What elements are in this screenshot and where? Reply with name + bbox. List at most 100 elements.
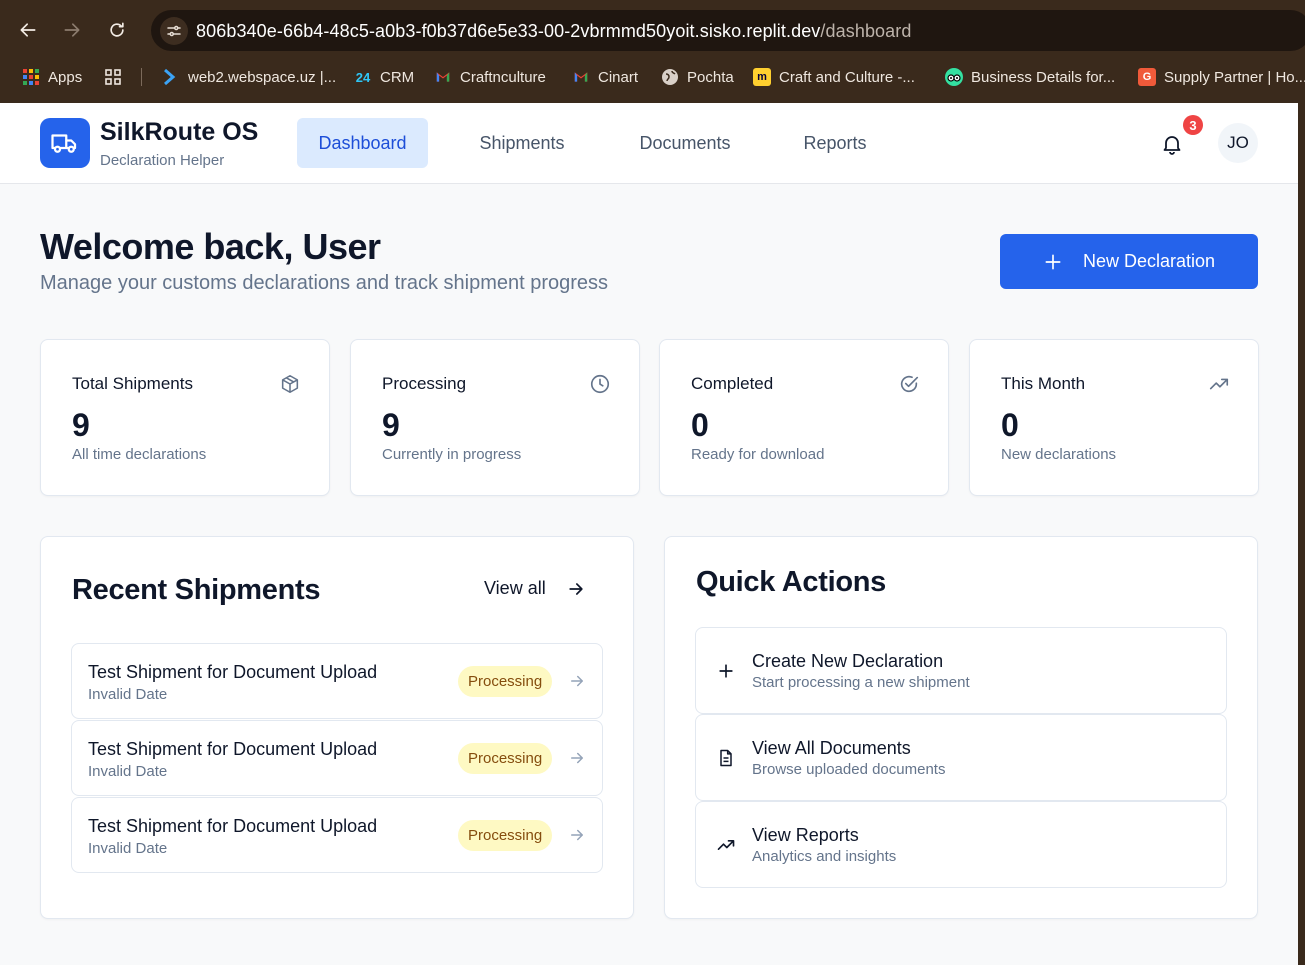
bookmarks-bar: Apps web2.webspace.uz |... 24 CRM Craftn…	[0, 62, 1305, 92]
forward-button[interactable]	[60, 18, 84, 42]
back-button[interactable]	[16, 18, 40, 42]
quick-action-view-documents[interactable]: View All Documents Browse uploaded docum…	[695, 714, 1227, 801]
package-icon	[281, 374, 299, 394]
grid-icon	[104, 68, 122, 86]
bookmark-label: Business Details for...	[971, 68, 1116, 86]
arrow-right-icon	[569, 582, 583, 595]
stat-description: New declarations	[1001, 446, 1117, 463]
gmail-icon	[572, 68, 590, 86]
new-declaration-label: New Declaration	[1082, 251, 1216, 271]
document-icon	[720, 749, 732, 767]
all-bookmarks-button[interactable]	[104, 66, 122, 88]
stat-card-processing: Processing 9 Currently in progress	[350, 339, 640, 496]
bookmark-label: Cinart	[598, 68, 639, 86]
notifications-button[interactable]	[1160, 132, 1184, 156]
stat-value: 0	[1001, 407, 1019, 443]
bookmark-apps[interactable]: Apps	[22, 66, 82, 88]
bookmark-pochta[interactable]: Pochta	[661, 66, 734, 88]
recent-shipments-panel: Recent Shipments View all Test Shipment …	[40, 536, 634, 919]
shipment-title: Test Shipment for Document Upload	[88, 816, 378, 836]
bookmark-craftnculture[interactable]: Craftnculture	[434, 66, 546, 88]
shipment-title: Test Shipment for Document Upload	[88, 662, 378, 682]
quick-action-description: Analytics and insights	[752, 848, 897, 865]
app-header: SilkRoute OS Declaration Helper Dashboar…	[0, 103, 1298, 184]
view-all-link[interactable]: View all	[484, 578, 586, 599]
quick-actions-panel: Quick Actions Create New Declaration Sta…	[664, 536, 1258, 919]
shipment-row[interactable]: Test Shipment for Document Upload Invali…	[71, 720, 603, 796]
bookmark-label: CRM	[380, 68, 415, 86]
check-circle-icon	[900, 375, 919, 393]
shipment-title: Test Shipment for Document Upload	[88, 739, 378, 759]
stat-description: Currently in progress	[382, 446, 522, 463]
stat-label: Completed	[691, 374, 774, 393]
bookmark-business-details[interactable]: Business Details for...	[945, 66, 1115, 88]
quick-action-view-reports[interactable]: View Reports Analytics and insights	[695, 801, 1227, 888]
g-icon: G	[1138, 68, 1156, 86]
bookmarks-divider	[141, 68, 142, 86]
site-settings-icon[interactable]	[160, 17, 188, 45]
nav-dashboard[interactable]: Dashboard	[297, 118, 428, 168]
shipment-date: Invalid Date	[88, 840, 168, 857]
arrow-right-icon	[571, 675, 583, 687]
stat-card-completed: Completed 0 Ready for download	[659, 339, 949, 496]
bookmark-crm[interactable]: 24 CRM	[354, 66, 414, 88]
stat-label: This Month	[1001, 374, 1086, 393]
nav-reports[interactable]: Reports	[780, 118, 890, 168]
stat-card-this-month: This Month 0 New declarations	[969, 339, 1259, 496]
page-subtitle: Manage your customs declarations and tra…	[40, 272, 609, 294]
bookmark-label: Craft and Culture -...	[779, 68, 915, 86]
shipment-row[interactable]: Test Shipment for Document Upload Invali…	[71, 643, 603, 719]
bookmark-webspace[interactable]: web2.webspace.uz |...	[162, 66, 336, 88]
shipment-date: Invalid Date	[88, 763, 168, 780]
shipment-row[interactable]: Test Shipment for Document Upload Invali…	[71, 797, 603, 873]
brand-subtitle: Declaration Helper	[100, 152, 225, 169]
gmail-icon	[434, 68, 452, 86]
browser-chrome: 806b340e-66b4-48c5-a0b3-f0b37d6e5e33-00-…	[0, 0, 1305, 103]
stat-description: Ready for download	[691, 446, 825, 463]
bookmark-cinart[interactable]: Cinart	[572, 66, 638, 88]
quick-action-title: View All Documents	[752, 738, 911, 758]
quick-actions-title: Quick Actions	[696, 566, 887, 598]
crm-icon: 24	[355, 69, 371, 85]
quick-action-title: Create New Declaration	[752, 651, 944, 671]
shipment-date: Invalid Date	[88, 686, 168, 703]
new-declaration-button[interactable]: New Declaration	[1000, 234, 1258, 289]
plus-icon	[1045, 254, 1061, 269]
globe-icon	[661, 68, 679, 86]
arrow-right-icon	[64, 23, 80, 37]
bookmark-supply-partner[interactable]: G Supply Partner | Ho...	[1138, 66, 1305, 88]
bookmark-craft-and-culture[interactable]: m Craft and Culture -...	[753, 66, 915, 88]
nav-documents[interactable]: Documents	[620, 118, 750, 168]
url-host: 806b340e-66b4-48c5-a0b3-f0b37d6e5e33-00-…	[196, 21, 821, 41]
quick-action-description: Browse uploaded documents	[752, 761, 946, 778]
clock-icon	[590, 374, 610, 394]
window-edge	[1298, 103, 1305, 965]
truck-logo-icon[interactable]	[40, 118, 90, 168]
status-badge: Processing	[458, 820, 553, 851]
user-avatar[interactable]: JO	[1218, 123, 1258, 163]
view-all-label: View all	[484, 578, 546, 598]
url-text: 806b340e-66b4-48c5-a0b3-f0b37d6e5e33-00-…	[196, 21, 911, 42]
stat-description: All time declarations	[72, 446, 207, 463]
status-badge: Processing	[458, 743, 553, 774]
status-badge: Processing	[458, 666, 553, 697]
recent-shipments-title: Recent Shipments	[72, 574, 321, 606]
bookmark-label: web2.webspace.uz |...	[188, 68, 337, 86]
bookmark-label: Apps	[48, 68, 83, 86]
stat-label: Processing	[382, 374, 467, 393]
quick-action-title: View Reports	[752, 825, 859, 845]
stat-card-total-shipments: Total Shipments 9 All time declarations	[40, 339, 330, 496]
miro-icon: m	[753, 68, 771, 86]
stat-label: Total Shipments	[72, 374, 193, 393]
quick-action-create-declaration[interactable]: Create New Declaration Start processing …	[695, 627, 1227, 714]
tripadvisor-icon	[945, 68, 963, 86]
address-bar[interactable]: 806b340e-66b4-48c5-a0b3-f0b37d6e5e33-00-…	[151, 10, 1305, 51]
reload-button[interactable]	[105, 18, 129, 42]
arrow-right-icon	[571, 752, 583, 764]
stat-value: 9	[72, 407, 90, 443]
stat-value: 0	[691, 407, 709, 443]
brand-name: SilkRoute OS	[100, 118, 259, 146]
nav-shipments[interactable]: Shipments	[457, 118, 587, 168]
quick-action-description: Start processing a new shipment	[752, 674, 970, 691]
trending-up-icon	[1209, 378, 1229, 390]
